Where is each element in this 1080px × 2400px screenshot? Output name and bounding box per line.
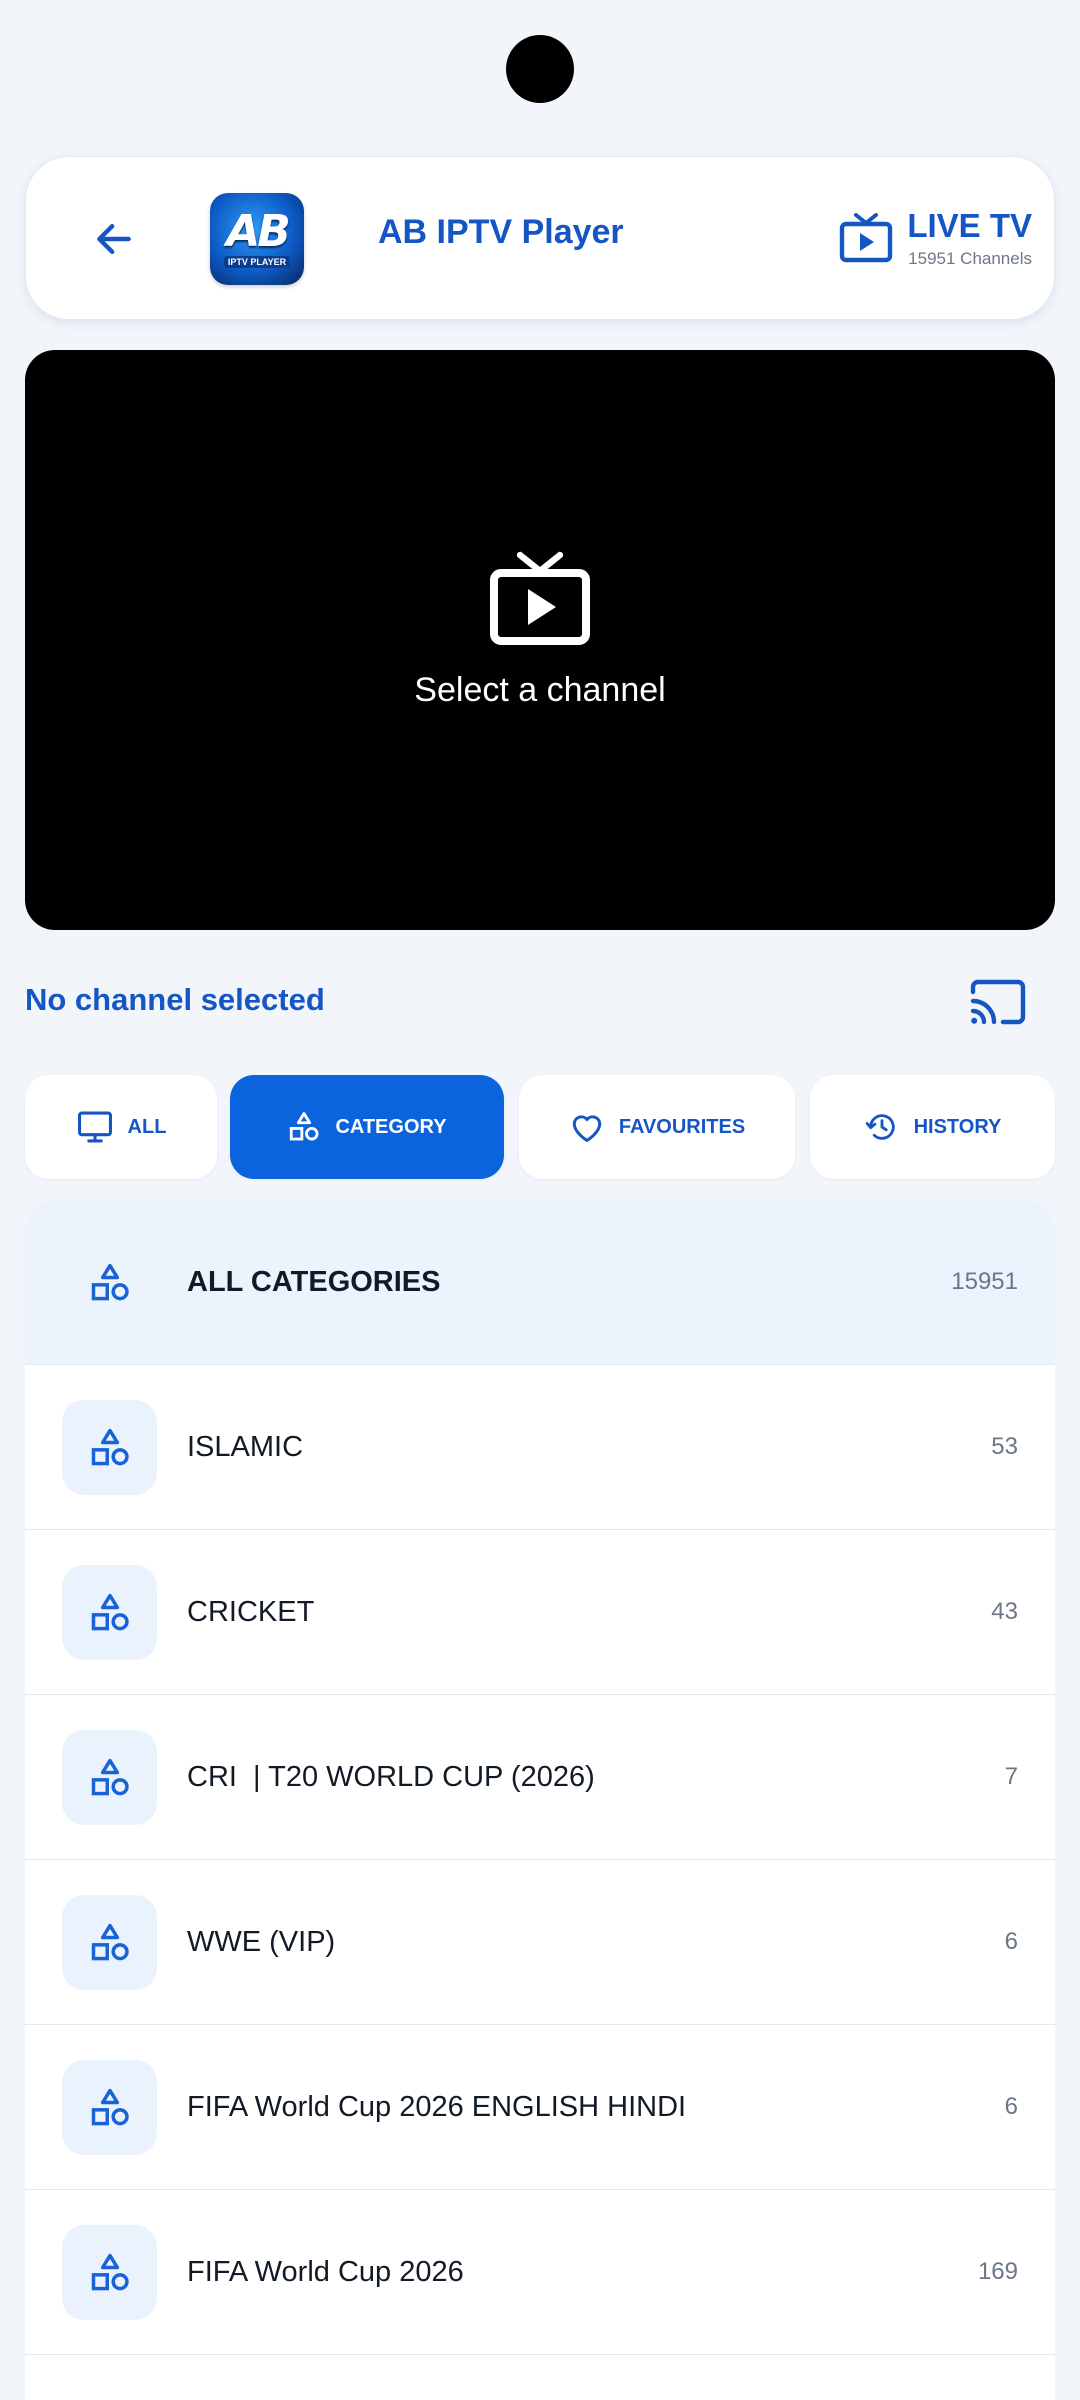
category-row[interactable]: CRICKET 43 [25,1530,1055,1695]
category-shapes-icon [91,1428,129,1465]
tab-category[interactable]: CATEGORY [230,1075,504,1179]
screen: AB IPTV PLAYER AB IPTV Player LIVE TV 15… [0,0,1080,2400]
channel-count: 15951 Channels [908,249,1032,268]
category-count: 169 [977,2258,1018,2285]
monitor-icon [77,1111,112,1143]
category-row[interactable]: FIFA World Cup 2026 169 [25,2190,1055,2355]
category-name: FIFA World Cup 2026 [187,2255,464,2288]
category-count: 15951 [951,1268,1018,1295]
tab-favourites-label: FAVOURITES [618,1115,746,1138]
category-row[interactable]: CRI | T20 WORLD CUP (2026) 7 [25,1695,1055,1860]
category-shapes-icon [91,1758,129,1795]
logo-subtext: IPTV PLAYER [223,256,291,268]
tab-favourites[interactable]: FAVOURITES [519,1075,795,1179]
tab-all-label: ALL [127,1115,167,1138]
now-playing-title: No channel selected [25,982,325,1017]
category-name: CRI | T20 WORLD CUP (2026) [187,1760,595,1793]
category-row[interactable]: FIFA World Cup 2026 ENGLISH HINDI 6 [25,2025,1055,2190]
heart-icon [572,1115,602,1142]
tv-play-icon [490,551,590,645]
category-row[interactable]: WWE (VIP) 6 [25,1860,1055,2025]
category-name: ISLAMIC [187,1430,304,1463]
category-row-all[interactable]: ALL CATEGORIES 15951 [25,1200,1055,1365]
category-shapes-icon [91,2088,129,2125]
category-shapes-icon [91,1593,129,1630]
category-shapes-icon [91,1923,129,1960]
front-camera-cutout [506,35,574,103]
logo-text: AB [226,206,291,257]
category-shapes-icon [91,1263,129,1300]
category-icon-box [62,1235,157,1330]
app-title: AB IPTV Player [378,213,624,251]
top-header: AB IPTV PLAYER AB IPTV Player LIVE TV 15… [25,156,1055,320]
category-icon-box [62,2060,157,2155]
category-list: ALL CATEGORIES 15951 ISLAMIC 53 CRICKET … [25,1200,1055,2400]
arrow-left-icon [97,223,131,255]
category-icon-box [62,1565,157,1660]
category-row[interactable]: ISLAMIC 53 [25,1365,1055,1530]
category-count: 53 [991,1433,1018,1460]
tab-history[interactable]: HISTORY [810,1075,1055,1179]
app-logo: AB IPTV PLAYER [210,193,304,285]
player-placeholder-text: Select a channel [414,670,666,709]
category-icon-box [62,1400,157,1495]
tab-history-label: HISTORY [913,1115,1002,1138]
live-tv-icon [839,213,893,263]
cast-button[interactable] [966,974,1030,1030]
history-icon [865,1114,895,1140]
tab-all[interactable]: ALL [25,1075,217,1179]
category-icon-box [62,1730,157,1825]
category-shapes-icon [290,1112,319,1141]
category-icon-box [62,2225,157,2320]
section-title: LIVE TV [907,207,1032,244]
back-button[interactable] [70,195,158,283]
category-name: FIFA World Cup 2026 ENGLISH HINDI [187,2090,687,2123]
category-count: 7 [1004,1763,1018,1790]
video-player[interactable]: Select a channel [25,350,1055,930]
category-icon-box [62,1895,157,1990]
category-count: 6 [1004,1928,1018,1955]
cast-icon [970,979,1026,1025]
category-name: ALL CATEGORIES [187,1265,441,1298]
category-count: 43 [991,1598,1018,1625]
category-name: WWE (VIP) [187,1925,336,1958]
category-name: CRICKET [187,1595,315,1628]
category-count: 6 [1004,2093,1018,2120]
tab-category-label: CATEGORY [335,1115,447,1138]
category-shapes-icon [91,2253,129,2290]
